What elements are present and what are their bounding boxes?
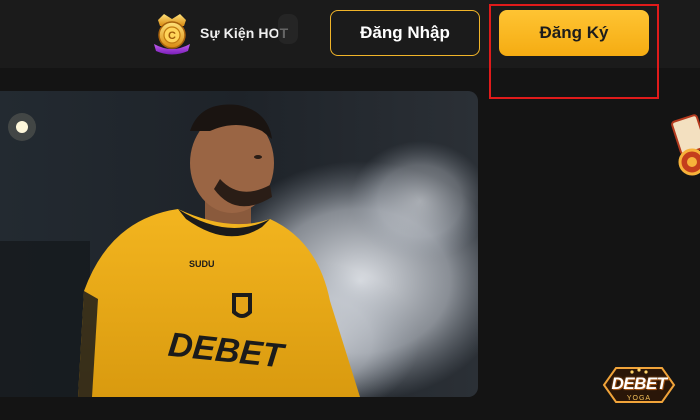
svg-text:C: C (168, 30, 176, 42)
trophy-badge-icon: C (150, 10, 194, 56)
hero-image: SUDU DEBET (0, 91, 478, 397)
logo-subtext: YOGA (626, 395, 652, 402)
casino-chips-icon[interactable] (668, 110, 700, 190)
hot-event-label: Sự Kiện HOT (200, 25, 289, 41)
jersey-brand-text: SUDU (189, 259, 215, 269)
debet-logo-icon[interactable]: DEBET YOGA (598, 362, 680, 408)
hero-banner[interactable]: SUDU DEBET (0, 91, 478, 397)
logo-text: DEBET (611, 374, 667, 393)
login-button[interactable]: Đăng Nhập (330, 10, 480, 56)
register-button[interactable]: Đăng Ký (499, 10, 649, 56)
page: C Sự Kiện HOT Đăng Nhập Đăng Ký SUDU DEB… (0, 0, 700, 420)
top-header: C Sự Kiện HOT Đăng Nhập Đăng Ký (0, 0, 700, 68)
notification-bubble (278, 14, 298, 44)
